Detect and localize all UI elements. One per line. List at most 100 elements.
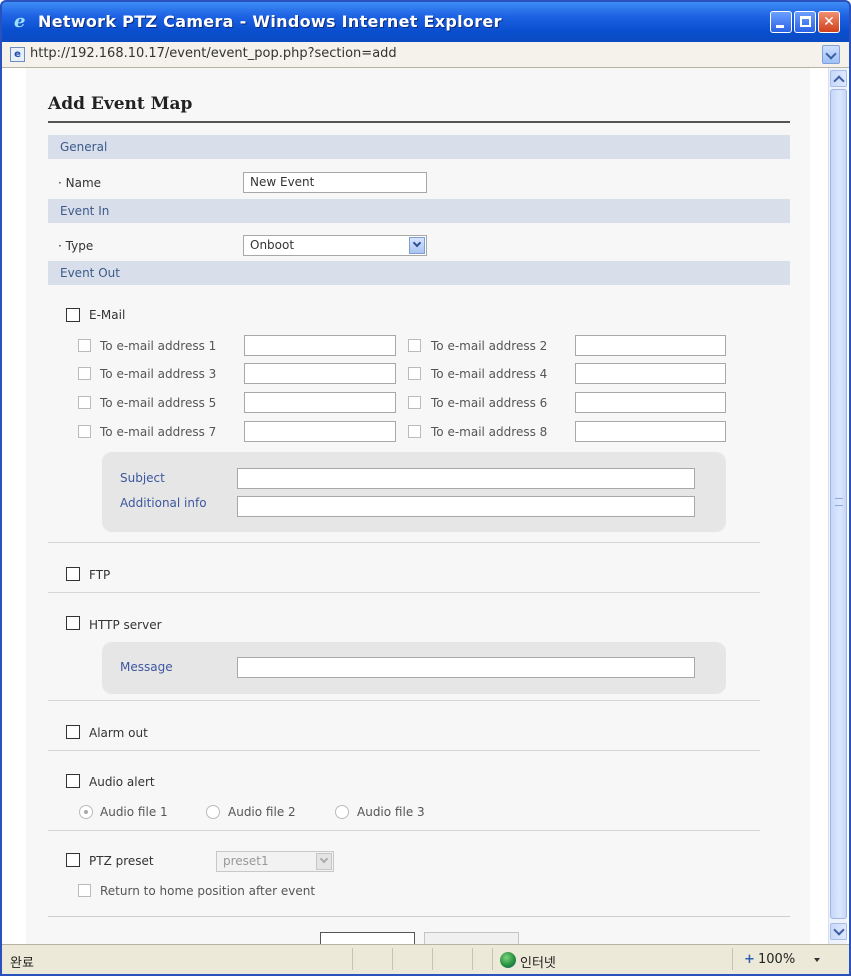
ftp-label: FTP [89,568,111,582]
vertical-scrollbar[interactable] [828,68,847,944]
zoom-dropdown-icon[interactable] [814,958,820,962]
status-text: 완료 [10,956,34,971]
ok-button[interactable] [320,932,415,944]
email-address-1-input[interactable] [244,335,396,356]
maximize-button[interactable] [794,11,816,33]
ptz-preset-arrow[interactable] [316,853,332,870]
email-address-4-checkbox[interactable] [408,367,421,380]
alarm-out-checkbox[interactable] [66,725,80,739]
scroll-up-button[interactable] [830,70,847,87]
additional-info-label: Additional info [120,496,207,510]
type-select[interactable]: Onboot [243,235,427,256]
status-cell [392,948,432,970]
email-address-5-input[interactable] [244,392,396,413]
scroll-thumb[interactable] [830,89,847,919]
email-address-8-input[interactable] [575,421,726,442]
minimize-button[interactable] [770,11,792,33]
type-label: · Type [58,239,94,253]
url-text[interactable]: http://192.168.10.17/event/event_pop.php… [30,46,397,61]
http-server-label: HTTP server [89,618,162,632]
email-address-4-input[interactable] [575,363,726,384]
email-label: E-Mail [89,308,126,322]
title-bar[interactable]: e Network PTZ Camera - Windows Internet … [2,2,849,42]
email-address-3-label: To e-mail address 3 [100,367,217,381]
email-address-7-label: To e-mail address 7 [100,425,217,439]
return-home-label: Return to home position after event [100,884,316,898]
name-input[interactable]: New Event [243,172,427,193]
email-address-6-input[interactable] [575,392,726,413]
email-address-6-checkbox[interactable] [408,396,421,409]
scroll-down-button[interactable] [830,923,847,940]
name-label: · Name [58,176,102,190]
content-viewport: Add Event Map General · Name New Event E… [2,68,849,944]
page-title: Add Event Map [48,94,193,114]
http-server-checkbox[interactable] [66,616,80,630]
ftp-checkbox[interactable] [66,567,80,581]
type-select-arrow[interactable] [409,237,425,254]
chevron-up-icon [833,75,845,87]
email-address-3-checkbox[interactable] [78,367,91,380]
status-bar: 완료 인터넷 + 100% [2,944,849,974]
maximize-icon [800,16,811,27]
globe-icon [500,952,516,968]
email-address-2-label: To e-mail address 2 [431,339,548,353]
email-address-6-label: To e-mail address 6 [431,396,548,410]
window-title: Network PTZ Camera - Windows Internet Ex… [38,12,502,31]
event-form-page: Add Event Map General · Name New Event E… [26,68,810,944]
message-label: Message [120,660,173,674]
email-address-8-checkbox[interactable] [408,425,421,438]
email-address-2-checkbox[interactable] [408,339,421,352]
browser-window: e Network PTZ Camera - Windows Internet … [0,0,851,976]
audio-file-1-radio[interactable] [79,805,93,819]
divider-alarm [48,750,760,751]
ptz-preset-select[interactable]: preset1 [216,851,334,872]
email-address-5-checkbox[interactable] [78,396,91,409]
audio-file-2-label: Audio file 2 [228,805,296,819]
ptz-preset-checkbox[interactable] [66,853,80,867]
close-button[interactable]: ✕ [818,11,840,33]
audio-file-1-label: Audio file 1 [100,805,168,819]
page-icon: e [10,47,25,62]
zoom-icon[interactable]: + [744,952,755,967]
email-address-1-label: To e-mail address 1 [100,339,217,353]
status-cell [472,948,492,970]
audio-file-3-radio[interactable] [335,805,349,819]
name-label-text: Name [65,176,102,190]
address-bar[interactable]: e http://192.168.10.17/event/event_pop.p… [2,42,849,68]
zone-text: 인터넷 [520,956,556,971]
divider-bottom [48,916,790,917]
email-address-4-label: To e-mail address 4 [431,367,548,381]
chevron-down-icon [825,48,837,60]
status-cell [432,948,472,970]
title-divider [48,121,790,123]
email-address-2-input[interactable] [575,335,726,356]
type-label-text: Type [65,239,94,253]
address-dropdown-button[interactable] [822,45,840,64]
email-address-8-label: To e-mail address 8 [431,425,548,439]
email-address-1-checkbox[interactable] [78,339,91,352]
zoom-level[interactable]: 100% [758,952,795,967]
email-address-3-input[interactable] [244,363,396,384]
email-address-5-label: To e-mail address 5 [100,396,217,410]
cancel-button[interactable] [424,932,519,944]
section-event-in: Event In [48,199,790,223]
message-input[interactable] [237,657,695,678]
section-general: General [48,135,790,159]
divider-http [48,700,760,701]
additional-info-input[interactable] [237,496,695,517]
email-address-7-checkbox[interactable] [78,425,91,438]
audio-file-2-radio[interactable] [206,805,220,819]
alarm-out-label: Alarm out [89,726,148,740]
close-icon: ✕ [823,14,835,30]
subject-input[interactable] [237,468,695,489]
email-checkbox[interactable] [66,308,80,322]
divider-audio [48,830,760,831]
grip-icon [835,498,843,506]
email-address-7-input[interactable] [244,421,396,442]
audio-alert-checkbox[interactable] [66,774,80,788]
email-details-panel [102,452,726,532]
audio-alert-label: Audio alert [89,775,155,789]
audio-file-3-label: Audio file 3 [357,805,425,819]
return-home-checkbox[interactable] [78,884,91,897]
chevron-down-icon [833,924,845,936]
